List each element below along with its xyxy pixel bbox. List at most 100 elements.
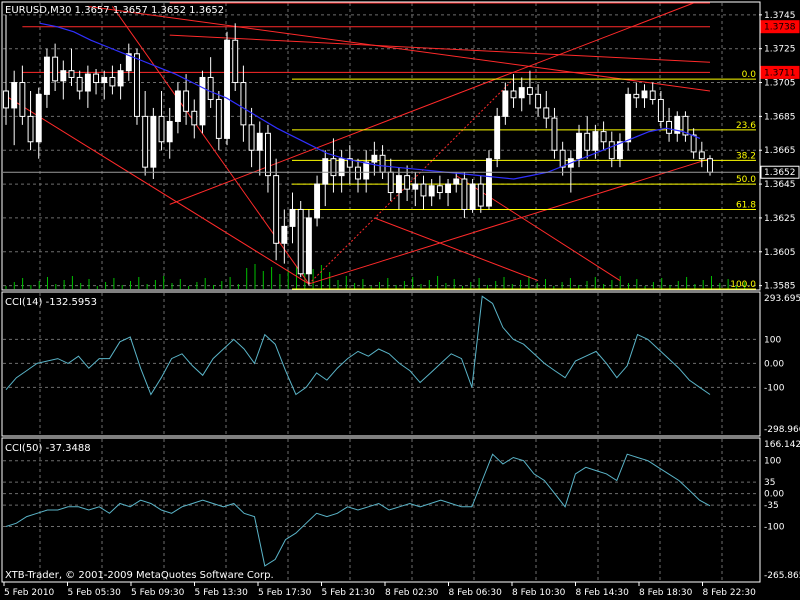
candle-body: [101, 76, 108, 84]
candle-body: [27, 115, 34, 143]
candle-body: [690, 134, 697, 153]
candle-body: [109, 76, 116, 87]
copyright-text: XTB-Trader, © 2001-2009 MetaQuotes Softw…: [5, 570, 274, 581]
cci-axis-label: 0.00: [764, 490, 784, 500]
candle-body: [502, 90, 509, 117]
candle-body: [52, 56, 59, 82]
candle-body: [166, 120, 173, 143]
cci50-label: CCI(50) -37.3488: [5, 443, 91, 454]
candle-body: [142, 115, 149, 168]
candle-body: [510, 90, 517, 99]
candle-body: [338, 158, 345, 177]
price-tag-label: 1.3738: [764, 23, 796, 33]
candle-body: [35, 93, 42, 143]
candle-body: [134, 53, 140, 117]
fib-level-label: 100.0: [730, 280, 756, 290]
candle-body: [191, 110, 198, 126]
candle-body: [248, 124, 255, 151]
time-tick-label: 8 Feb 14:30: [576, 588, 630, 598]
price-tick-label: 1.3645: [764, 180, 796, 190]
fib-level-label: 0.0: [742, 70, 757, 80]
price-tag-label: 1.3652: [764, 168, 796, 178]
candle-body: [477, 183, 484, 207]
candle-body: [84, 73, 91, 92]
candle-body: [297, 208, 304, 275]
price-tick-label: 1.3725: [764, 45, 796, 55]
candle-body: [469, 183, 476, 210]
cci-axis-label: 293.6955: [764, 294, 800, 304]
candle-body: [486, 158, 492, 207]
candle-body: [428, 185, 435, 197]
fib-level-label: 50.0: [736, 175, 756, 185]
candle-body: [543, 107, 550, 119]
candle-body: [526, 87, 533, 95]
candle-body: [93, 73, 100, 84]
candle-body: [535, 93, 542, 109]
cci-axis-label: 100: [764, 457, 781, 467]
fib-level-label: 38.2: [736, 151, 756, 161]
candle-body: [256, 132, 263, 151]
candle-body: [3, 90, 9, 109]
candle-body: [117, 70, 124, 87]
candle-body: [559, 149, 566, 168]
price-tag-label: 1.3711: [764, 68, 796, 78]
candle-body: [240, 82, 247, 126]
fib-level-label: 23.6: [736, 121, 756, 131]
candle-body: [649, 90, 656, 100]
cci-axis-label: -298.966: [764, 425, 800, 435]
cci-axis-label: -100: [764, 522, 785, 532]
candle-body: [600, 131, 607, 143]
candle-body: [207, 76, 214, 100]
candle-body: [314, 183, 321, 219]
candle-body: [68, 70, 75, 78]
candle-body: [158, 115, 165, 143]
candle-body: [387, 171, 394, 194]
cci-axis-label: -100: [764, 383, 785, 393]
candle-body: [330, 158, 337, 177]
candle-body: [150, 115, 157, 168]
candle-body: [183, 90, 190, 112]
candle-body: [379, 154, 386, 173]
candle-body: [199, 76, 206, 126]
candle-body: [322, 158, 329, 185]
price-tick-label: 1.3745: [764, 11, 796, 21]
candle-body: [666, 120, 673, 134]
candle-body: [584, 132, 591, 151]
candle-body: [445, 183, 452, 194]
candle-body: [264, 132, 271, 177]
candle-body: [395, 175, 402, 194]
cci-axis-label: -35: [764, 501, 779, 511]
time-tick-label: 8 Feb 22:30: [703, 588, 757, 598]
candle-body: [19, 82, 26, 117]
time-tick-label: 8 Feb 02:30: [385, 588, 439, 598]
cci-axis-label: 100: [764, 335, 781, 345]
cci14-label: CCI(14) -132.5953: [5, 297, 97, 308]
candle-body: [641, 90, 648, 99]
time-tick-label: 5 Feb 09:30: [131, 588, 185, 598]
price-tick-label: 1.3705: [764, 79, 796, 89]
candle-body: [355, 166, 361, 180]
candle-body: [174, 90, 181, 122]
candle-body: [494, 115, 501, 160]
candle-body: [592, 131, 599, 151]
chart-title: EURUSD,M30 1.3657 1.3657 1.3652 1.3652: [5, 5, 224, 16]
price-tick-label: 1.3625: [764, 214, 796, 224]
candle-body: [576, 132, 582, 160]
time-tick-label: 8 Feb 18:30: [639, 588, 693, 598]
price-tick-label: 1.3665: [764, 146, 796, 156]
time-tick-label: 8 Feb 06:30: [449, 588, 503, 598]
time-tick-label: 8 Feb 10:30: [512, 588, 566, 598]
candle-body: [707, 158, 713, 173]
trading-chart[interactable]: 0.023.638.250.061.8100.0 1.37451.37251.3…: [0, 0, 800, 600]
candle-body: [273, 175, 280, 244]
candle-body: [461, 178, 468, 210]
candle-body: [420, 183, 427, 197]
candle-body: [551, 117, 558, 151]
time-tick-label: 5 Feb 21:30: [322, 588, 376, 598]
candle-body: [608, 141, 615, 160]
candle-body: [633, 93, 640, 99]
cci-axis-label: 0.00: [764, 359, 784, 369]
candle-body: [232, 39, 239, 84]
candle-body: [453, 178, 460, 185]
cci-axis-label: -265.865: [764, 571, 800, 581]
